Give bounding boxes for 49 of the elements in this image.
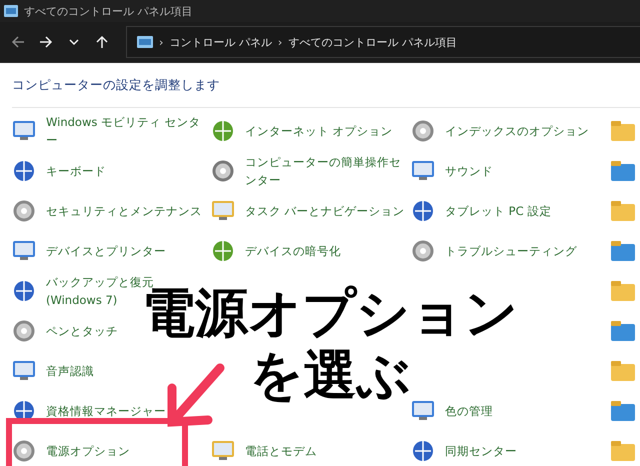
control-panel-link[interactable]: キーボード — [46, 162, 106, 180]
control-panel-link[interactable]: インデックスのオプション — [445, 122, 589, 140]
monitor-icon — [211, 439, 235, 463]
control-panel-link[interactable]: セキュリティとメンテナンス — [46, 202, 202, 220]
control-panel-link[interactable]: デバイスの暗号化 — [245, 242, 341, 260]
monitor-icon — [211, 199, 235, 223]
monitor-icon — [411, 399, 435, 423]
control-panel-link[interactable]: 色の管理 — [445, 402, 493, 420]
folder-icon — [610, 159, 636, 183]
chevron-icon: › — [159, 36, 164, 48]
control-panel-link[interactable]: 音声認識 — [46, 362, 94, 380]
monitor-icon — [12, 359, 36, 383]
chevron-icon: › — [278, 36, 282, 48]
window-title: すべてのコントロール パネル項目 — [24, 4, 192, 18]
arrow-up-icon — [95, 35, 109, 49]
folder-icon — [610, 199, 636, 223]
folder-icon — [610, 399, 636, 423]
control-panel-link[interactable]: デバイスとプリンター — [46, 242, 166, 260]
arrow-right-icon — [39, 35, 53, 49]
folder-icon — [610, 239, 636, 263]
control-panel-link[interactable]: 同期センター — [445, 442, 517, 460]
chevron-down-icon — [69, 37, 79, 47]
control-panel-link[interactable]: Windows モビリティ センター — [46, 113, 206, 149]
control-panel-link[interactable]: タスク バーとナビゲーション — [245, 202, 405, 220]
control-panel-link[interactable]: ペンとタッチ — [46, 322, 118, 340]
control-panel-icon — [137, 36, 153, 48]
folder-icon — [610, 439, 636, 463]
control-panel-link[interactable]: コンピューターの簡単操作センター — [245, 153, 405, 189]
control-panel-link[interactable]: 電話とモデム — [245, 442, 317, 460]
control-panel-link[interactable]: サウンド — [445, 162, 493, 180]
control-panel-icon — [4, 5, 18, 17]
annotation-text: を選ぶ — [250, 345, 410, 407]
breadcrumb[interactable]: すべてのコントロール パネル項目 — [288, 34, 457, 50]
control-panel-link[interactable]: トラブルシューティング — [445, 242, 577, 260]
folder-icon — [610, 119, 636, 143]
control-panel-link[interactable]: インターネット オプション — [245, 122, 393, 140]
control-panel-link[interactable]: 資格情報マネージャー — [46, 402, 166, 420]
control-panel-link[interactable]: 電源オプション — [46, 442, 130, 460]
monitor-icon — [12, 239, 36, 263]
folder-icon — [610, 359, 636, 383]
monitor-icon — [411, 159, 435, 183]
control-panel-link[interactable]: タブレット PC 設定 — [445, 202, 552, 220]
breadcrumb[interactable]: コントロール パネル — [169, 34, 272, 50]
page-heading: コンピューターの設定を調整します — [11, 76, 221, 94]
address-bar[interactable]: › コントロール パネル › すべてのコントロール パネル項目 — [126, 26, 640, 58]
monitor-icon — [12, 119, 36, 143]
folder-icon — [610, 319, 636, 343]
arrow-left-icon — [11, 35, 25, 49]
folder-icon — [610, 279, 636, 303]
